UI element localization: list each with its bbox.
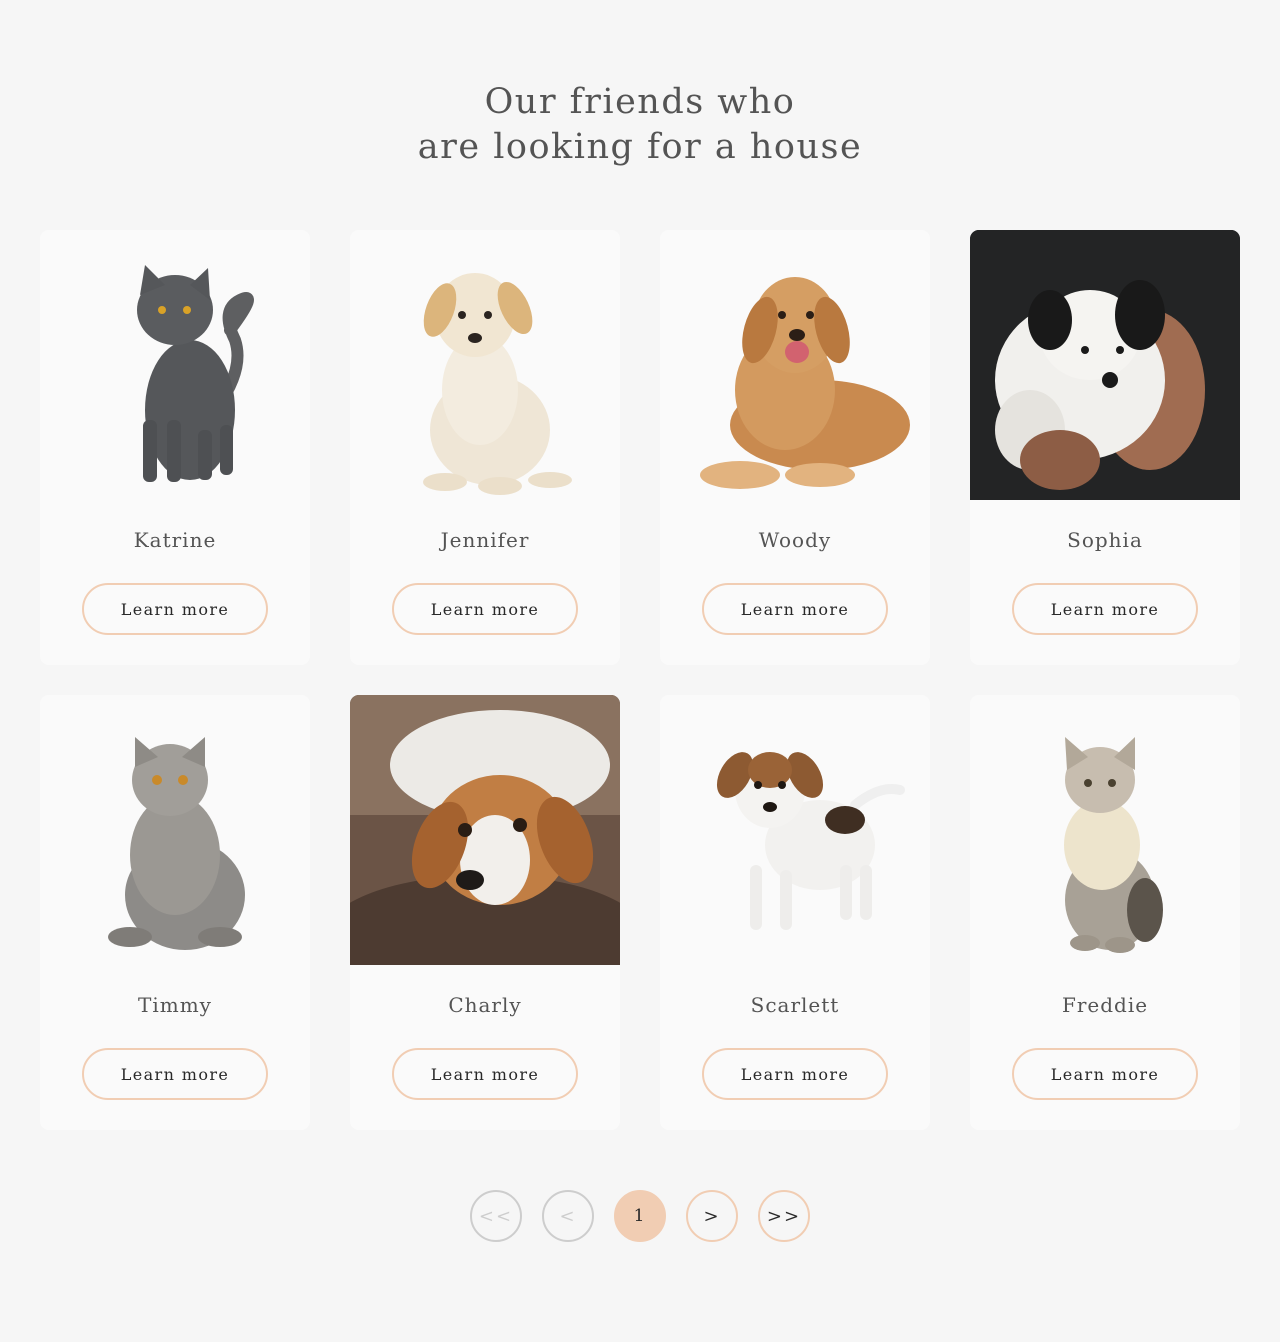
prev-page-button[interactable]: < — [542, 1190, 594, 1242]
pagination: << < 1 > >> — [470, 1190, 810, 1242]
pets-grid: Katrine Learn more Jennifer Learn more W… — [40, 230, 1240, 1130]
learn-more-button[interactable]: Learn more — [82, 1048, 268, 1100]
pet-name: Sophia — [1067, 528, 1143, 552]
pet-card[interactable]: Katrine Learn more — [40, 230, 310, 665]
pet-photo-gray-cat[interactable] — [40, 230, 310, 500]
pet-card[interactable]: Scarlett Learn more — [660, 695, 930, 1130]
pet-card[interactable]: Timmy Learn more — [40, 695, 310, 1130]
pet-photo-jack-russell-puppy[interactable] — [660, 695, 930, 965]
next-page-button[interactable]: > — [686, 1190, 738, 1242]
learn-more-button[interactable]: Learn more — [702, 583, 888, 635]
learn-more-button[interactable]: Learn more — [392, 583, 578, 635]
pet-photo-beagle-resting[interactable] — [350, 695, 620, 965]
pet-name: Freddie — [1061, 993, 1149, 1017]
pet-name: Timmy — [138, 993, 212, 1017]
current-page-indicator: 1 — [614, 1190, 666, 1242]
pet-name: Jennifer — [440, 528, 530, 552]
pet-card[interactable]: Charly Learn more — [350, 695, 620, 1130]
learn-more-button[interactable]: Learn more — [82, 583, 268, 635]
learn-more-button[interactable]: Learn more — [702, 1048, 888, 1100]
pet-card[interactable]: Freddie Learn more — [970, 695, 1240, 1130]
first-page-button[interactable]: << — [470, 1190, 522, 1242]
pet-name: Charly — [448, 993, 522, 1017]
pet-photo-fluffy-puppy[interactable] — [970, 230, 1240, 500]
pet-card[interactable]: Woody Learn more — [660, 230, 930, 665]
learn-more-button[interactable]: Learn more — [1012, 583, 1198, 635]
pet-card[interactable]: Jennifer Learn more — [350, 230, 620, 665]
learn-more-button[interactable]: Learn more — [1012, 1048, 1198, 1100]
pet-name: Woody — [758, 528, 832, 552]
pet-photo-british-shorthair-cat[interactable] — [40, 695, 310, 965]
pet-name: Katrine — [133, 528, 217, 552]
title-line-1: Our friends who — [484, 82, 796, 122]
pet-photo-cream-puppy[interactable] — [350, 230, 620, 500]
title-line-2: are looking for a house — [417, 127, 863, 167]
section-title: Our friends who are looking for a house — [0, 80, 1280, 170]
pet-name: Scarlett — [750, 993, 840, 1017]
last-page-button[interactable]: >> — [758, 1190, 810, 1242]
pet-photo-tabby-kitten[interactable] — [970, 695, 1240, 965]
pet-card[interactable]: Sophia Learn more — [970, 230, 1240, 665]
pet-photo-golden-retriever[interactable] — [660, 230, 930, 500]
learn-more-button[interactable]: Learn more — [392, 1048, 578, 1100]
